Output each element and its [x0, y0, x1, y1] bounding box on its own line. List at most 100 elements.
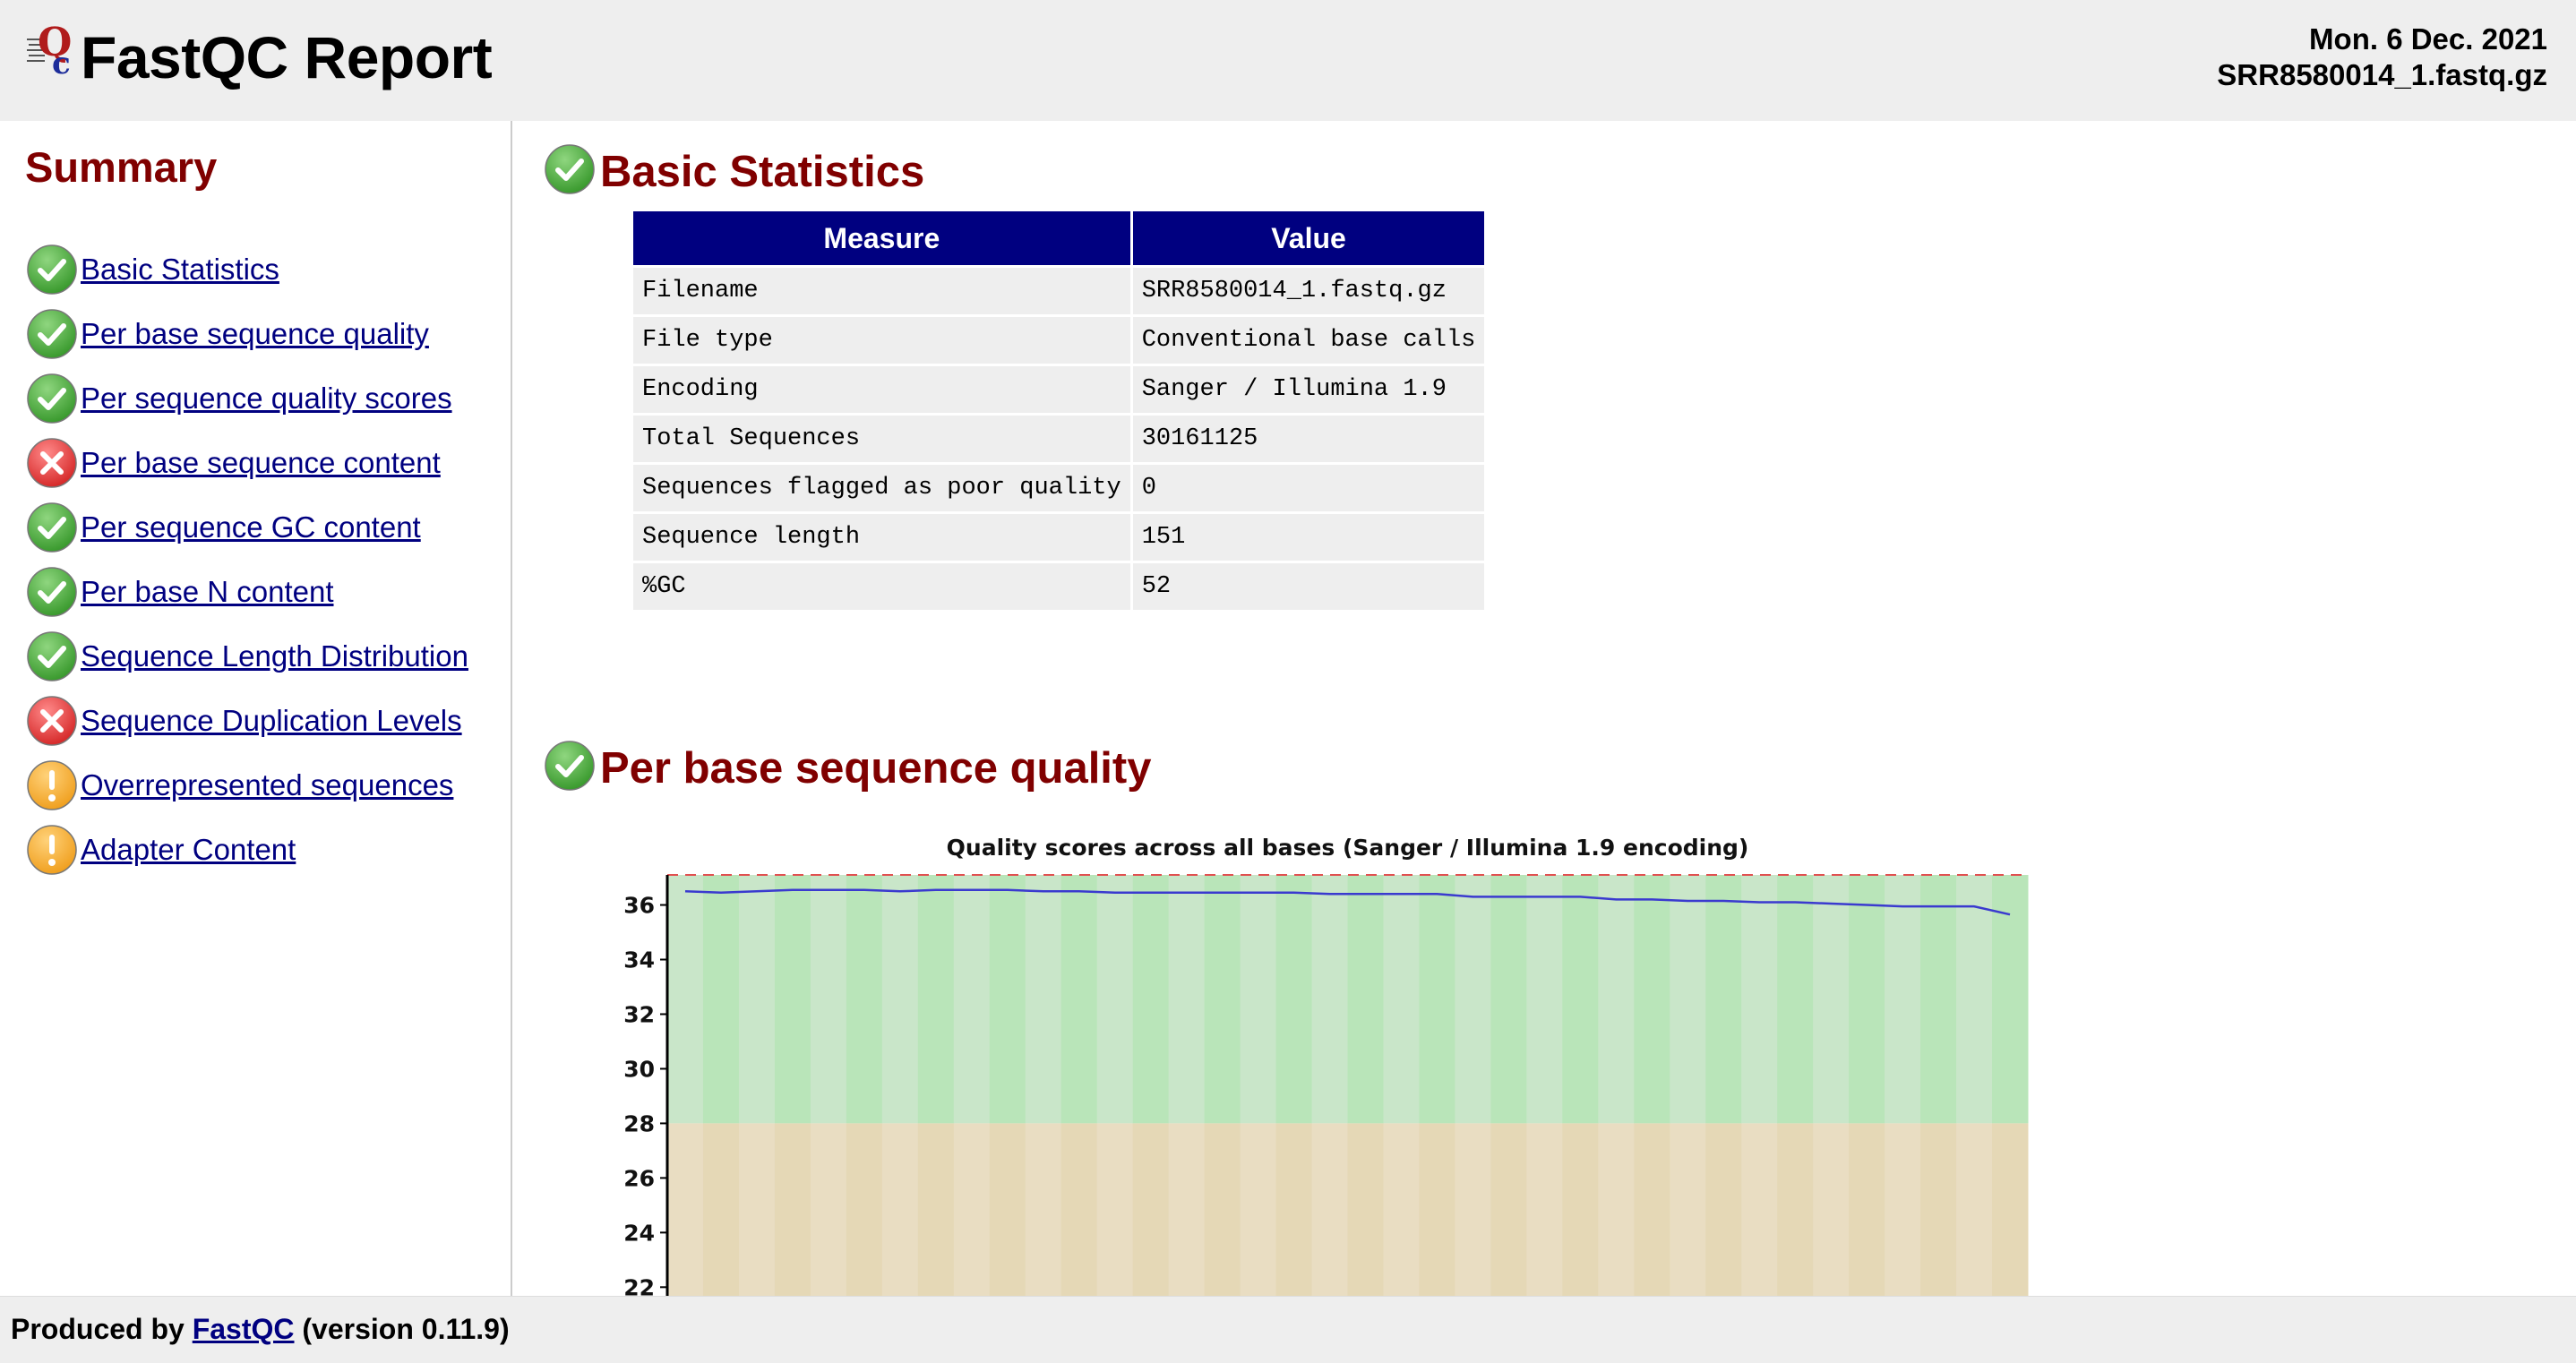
- good-zone-bin: [1813, 875, 1850, 1124]
- quality-chart: Quality scores across all bases (Sanger …: [595, 824, 2117, 1296]
- y-tick-label: 26: [623, 1165, 655, 1191]
- summary-item: Adapter Content: [25, 818, 468, 882]
- pass-icon: [25, 565, 79, 619]
- good-zone-bin: [1598, 875, 1635, 1124]
- summary-link[interactable]: Per base sequence content: [81, 446, 441, 480]
- good-zone-bin: [1956, 875, 1993, 1124]
- good-zone-bin: [702, 875, 740, 1124]
- value-cell: Conventional base calls: [1132, 317, 1485, 364]
- summary-link[interactable]: Per base sequence quality: [81, 317, 429, 351]
- reasonable-zone-bin: [1956, 1123, 1993, 1296]
- summary-link[interactable]: Basic Statistics: [81, 253, 279, 287]
- reasonable-zone-bin: [1311, 1123, 1348, 1296]
- summary-title: Summary: [25, 143, 218, 191]
- footer-version: (version 0.11.9): [302, 1313, 510, 1345]
- column-header: Measure: [633, 211, 1130, 265]
- good-zone-bin: [917, 875, 955, 1124]
- y-tick-label: 24: [623, 1220, 655, 1246]
- reasonable-zone-bin: [1383, 1123, 1420, 1296]
- summary-item: Per sequence quality scores: [25, 366, 468, 431]
- good-zone-bin: [1025, 875, 1062, 1124]
- summary-item: Basic Statistics: [25, 237, 468, 302]
- footer-prefix: Produced by: [11, 1313, 185, 1345]
- reasonable-zone-bin: [1813, 1123, 1850, 1296]
- reasonable-zone-bin: [1168, 1123, 1206, 1296]
- basic-statistics-heading: Basic Statistics: [543, 142, 924, 196]
- value-cell: 30161125: [1132, 416, 1485, 462]
- summary-link[interactable]: Per sequence GC content: [81, 510, 421, 544]
- report-title: FastQC Report: [81, 24, 493, 90]
- reasonable-zone-bin: [1490, 1123, 1527, 1296]
- good-zone-bin: [774, 875, 811, 1124]
- quality-chart-svg: Quality scores across all bases (Sanger …: [623, 835, 2029, 1296]
- pass-icon: [25, 630, 79, 683]
- good-zone-bin: [1849, 875, 1885, 1124]
- report-footer: Produced by FastQC (version 0.11.9): [0, 1296, 2576, 1363]
- summary-link[interactable]: Per base N content: [81, 575, 334, 609]
- summary-link[interactable]: Sequence Length Distribution: [81, 639, 468, 673]
- fastqc-link[interactable]: FastQC: [193, 1313, 295, 1345]
- y-tick-label: 34: [623, 947, 655, 973]
- pass-icon: [25, 501, 79, 554]
- reasonable-zone-bin: [1670, 1123, 1706, 1296]
- summary-sidebar: Summary Basic Statistics Per base sequenc…: [0, 121, 512, 1296]
- good-zone-bin: [1132, 875, 1170, 1124]
- good-zone-bin: [1634, 875, 1670, 1124]
- pass-icon: [543, 739, 597, 793]
- good-zone-bin: [846, 875, 883, 1124]
- summary-link[interactable]: Per sequence quality scores: [81, 381, 452, 416]
- good-zone-bin: [1670, 875, 1706, 1124]
- svg-text:c: c: [52, 46, 71, 79]
- summary-link[interactable]: Adapter Content: [81, 833, 296, 867]
- summary-item: Overrepresented sequences: [25, 753, 468, 818]
- reasonable-zone-bin: [738, 1123, 776, 1296]
- section-title: Per base sequence quality: [600, 744, 1152, 793]
- value-cell: 0: [1132, 465, 1485, 511]
- measure-cell: Sequence length: [633, 514, 1130, 561]
- basic-statistics-table: Measure Value Filename SRR8580014_1.fastq…: [631, 209, 1487, 613]
- good-zone-bin: [1204, 875, 1241, 1124]
- reasonable-zone-bin: [1526, 1123, 1563, 1296]
- value-cell: SRR8580014_1.fastq.gz: [1132, 268, 1485, 314]
- value-cell: 52: [1132, 563, 1485, 610]
- reasonable-zone-bin: [1562, 1123, 1599, 1296]
- good-zone-bin: [1741, 875, 1778, 1124]
- chart-title: Quality scores across all bases (Sanger …: [947, 835, 1749, 861]
- good-zone-bin: [1240, 875, 1277, 1124]
- reasonable-zone-bin: [917, 1123, 955, 1296]
- fail-icon: [25, 436, 79, 490]
- y-tick-label: 36: [623, 893, 655, 919]
- good-zone-bin: [953, 875, 991, 1124]
- summary-link[interactable]: Sequence Duplication Levels: [81, 704, 462, 738]
- good-zone-bin: [1096, 875, 1134, 1124]
- good-zone-bin: [810, 875, 847, 1124]
- y-tick-label: 28: [623, 1110, 655, 1136]
- summary-item: Per base N content: [25, 560, 468, 624]
- pass-icon: [543, 142, 597, 196]
- good-zone-bin: [1562, 875, 1599, 1124]
- reasonable-zone-bin: [1240, 1123, 1277, 1296]
- reasonable-zone-bin: [953, 1123, 991, 1296]
- good-zone-bin: [1885, 875, 1921, 1124]
- y-tick-label: 32: [623, 1001, 655, 1027]
- measure-cell: Total Sequences: [633, 416, 1130, 462]
- summary-item: Per base sequence content: [25, 431, 468, 495]
- good-zone-bin: [1347, 875, 1384, 1124]
- measure-cell: Filename: [633, 268, 1130, 314]
- measure-cell: %GC: [633, 563, 1130, 610]
- good-zone-bin: [667, 875, 704, 1124]
- reasonable-zone-bin: [846, 1123, 883, 1296]
- reasonable-zone-bin: [1920, 1123, 1957, 1296]
- good-zone-bin: [1705, 875, 1742, 1124]
- good-zone-bin: [989, 875, 1026, 1124]
- reasonable-zone-bin: [1885, 1123, 1921, 1296]
- report-date: Mon. 6 Dec. 2021: [2309, 22, 2547, 56]
- reasonable-zone-bin: [1455, 1123, 1491, 1296]
- good-zone-bin: [1920, 875, 1957, 1124]
- reasonable-zone-bin: [1132, 1123, 1170, 1296]
- good-zone-bin: [1060, 875, 1098, 1124]
- reasonable-zone-bin: [1992, 1123, 2029, 1296]
- good-zone-bin: [1383, 875, 1420, 1124]
- good-zone-bin: [1490, 875, 1527, 1124]
- summary-link[interactable]: Overrepresented sequences: [81, 768, 453, 802]
